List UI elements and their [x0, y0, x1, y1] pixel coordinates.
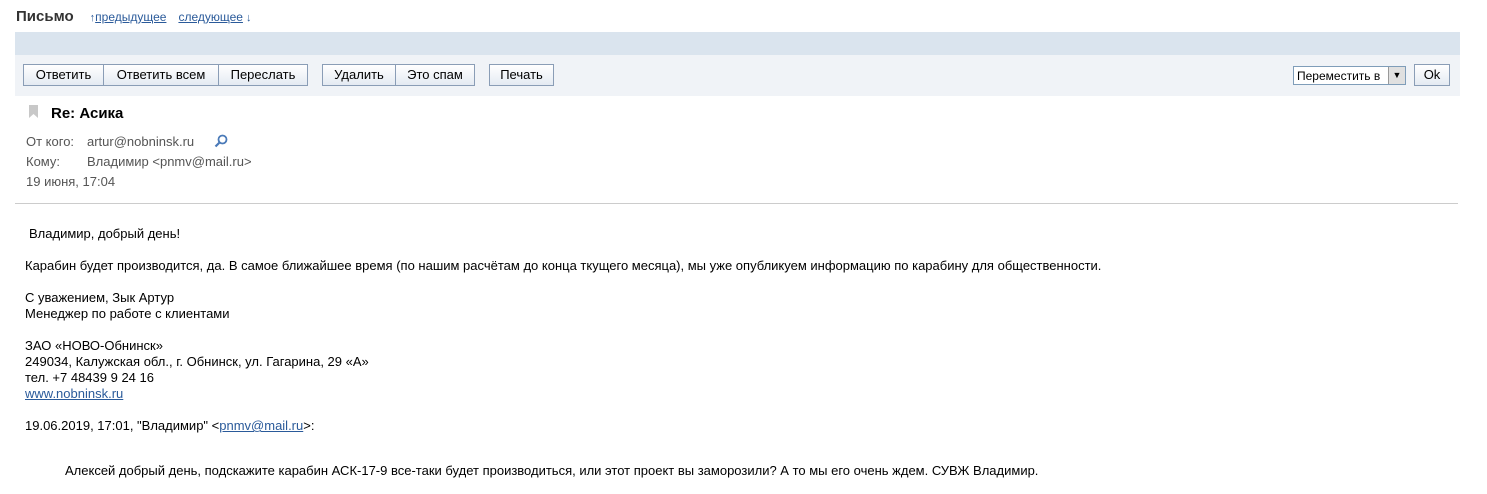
signature-regards: С уважением, Зык Артур — [25, 290, 175, 305]
arrow-down-icon: ↓ — [242, 12, 252, 24]
flag-icon[interactable] — [29, 105, 38, 118]
signature-position: Менеджер по работе с клиентами — [25, 306, 230, 321]
signature-phone: тел. +7 48439 9 24 16 — [25, 370, 154, 385]
website-link[interactable]: www.nobninsk.ru — [25, 386, 123, 401]
spam-button[interactable]: Это спам — [396, 64, 475, 86]
signature-address: 249034, Калужская обл., г. Обнинск, ул. … — [25, 354, 369, 369]
chevron-down-icon[interactable]: ▼ — [1388, 67, 1405, 84]
body-greeting: Владимир, добрый день! — [29, 226, 181, 241]
quote-header: 19.06.2019, 17:01, "Владимир" <pnmv@mail… — [25, 418, 314, 433]
quoted-text: Алексей добрый день, подскажите карабин … — [65, 463, 1039, 478]
message-subject: Re: Асика — [51, 105, 124, 122]
search-icon[interactable] — [214, 134, 228, 148]
to-label: Кому: — [26, 154, 60, 169]
move-to-folder-select[interactable]: Переместить в ▼ — [1293, 66, 1406, 85]
message-header-bar: Письмо ↑предыдущее следующее ↓ — [16, 8, 264, 30]
reply-all-button[interactable]: Ответить всем — [104, 64, 219, 86]
header-divider — [15, 203, 1458, 204]
page-title: Письмо — [16, 8, 74, 25]
prev-message-label[interactable]: предыдущее — [95, 10, 166, 24]
next-message-label[interactable]: следующее — [178, 10, 243, 24]
signature-company: ЗАО «НОВО-Обнинск» — [25, 338, 163, 353]
forward-button[interactable]: Переслать — [219, 64, 308, 86]
signature-website-line: www.nobninsk.ru — [25, 386, 123, 401]
quote-header-suffix: >: — [303, 418, 315, 433]
message-date: 19 июня, 17:04 — [26, 174, 116, 189]
next-message-link[interactable]: следующее ↓ — [178, 10, 251, 24]
quote-email-link[interactable]: pnmv@mail.ru — [219, 418, 303, 433]
message-toolbar: Ответить Ответить всем Переслать Удалить… — [15, 55, 1460, 96]
from-label: От кого: — [26, 134, 75, 149]
from-value[interactable]: artur@nobninsk.ru — [87, 134, 194, 149]
delete-button[interactable]: Удалить — [322, 64, 396, 86]
prev-message-link[interactable]: ↑предыдущее — [90, 10, 167, 24]
body-text: Карабин будет производится, да. В самое … — [25, 258, 1102, 273]
toolbar-band — [15, 32, 1460, 55]
print-button[interactable]: Печать — [489, 64, 554, 86]
ok-button[interactable]: Ok — [1414, 64, 1450, 86]
to-value[interactable]: Владимир <pnmv@mail.ru> — [87, 154, 252, 169]
reply-button[interactable]: Ответить — [23, 64, 104, 86]
quote-header-prefix: 19.06.2019, 17:01, "Владимир" < — [25, 418, 220, 433]
move-to-folder-value: Переместить в — [1297, 69, 1381, 83]
